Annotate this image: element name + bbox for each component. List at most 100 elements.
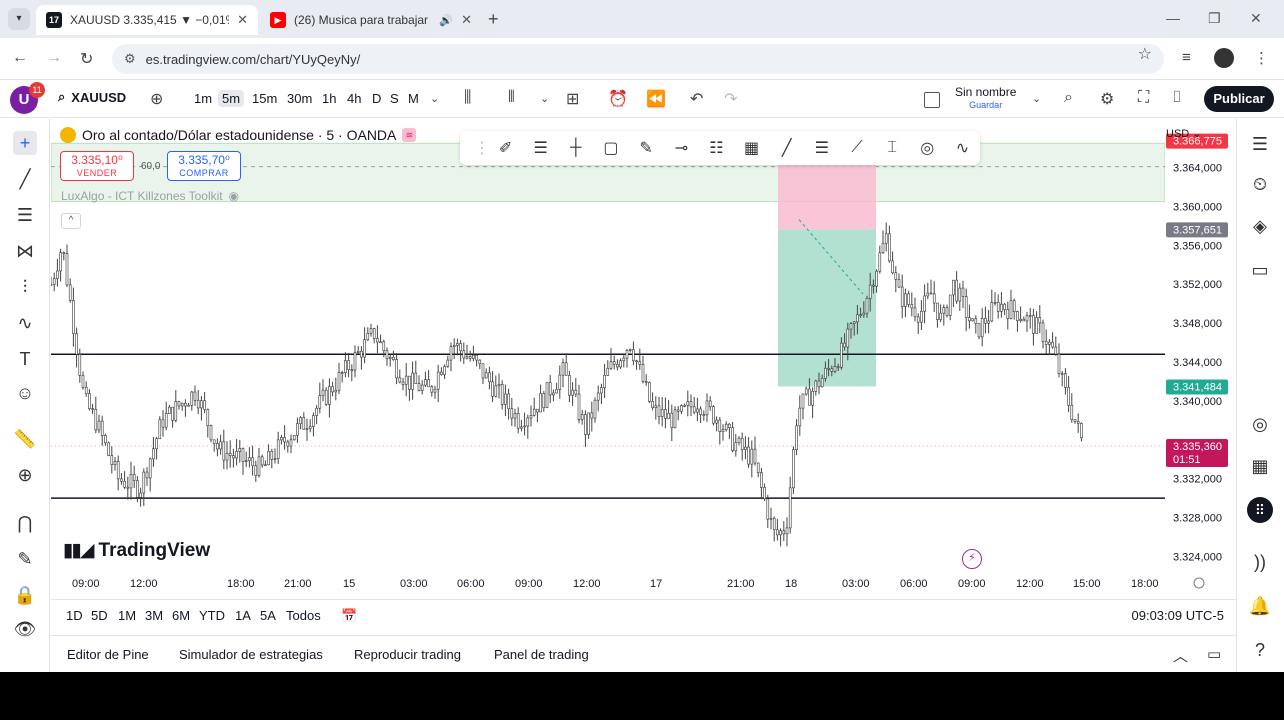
range-6M[interactable]: 6M [172,608,190,623]
interval-1m[interactable]: 1m [190,90,216,107]
currency-selector[interactable]: USD ⌄ [1166,127,1226,140]
browser-tab-tradingview[interactable]: 17 XAUUSD 3.335,415 ▼ −0,01% S ✕ [36,5,258,35]
fullscreen-icon[interactable]: ⛶ [1138,89,1149,107]
tab-search-icon[interactable]: ▾ [8,8,30,30]
magnet-icon[interactable]: ⋂ [13,511,37,535]
channel-icon[interactable]: ☰ [523,138,558,158]
interval-S[interactable]: S [386,90,403,107]
undo-icon[interactable]: ↶ [690,89,703,109]
target-icon[interactable]: ◎ [910,138,945,158]
settings-gear-icon[interactable]: ⚙ [1100,89,1114,109]
sell-button[interactable]: 3.335,10⁰ VENDER [60,151,134,181]
emoji-icon[interactable]: ☺ [13,381,37,405]
calendar-icon[interactable]: ▦ [1247,453,1273,479]
range-YTD[interactable]: YTD [199,608,225,623]
close-tab-icon[interactable]: ✕ [237,12,248,28]
camera-icon[interactable]: ⌷ [1172,89,1182,107]
browser-tab-youtube[interactable]: ▶ (26) Musica para trabajar ac 🔊 ✕ [260,5,482,35]
playlist-icon[interactable]: ≡ [1182,49,1191,66]
chat-icon[interactable]: ▭ [1247,257,1273,283]
indicators-icon[interactable]: ⫴ [508,89,515,107]
pen-icon[interactable]: ✎ [629,138,664,158]
interval-15m[interactable]: 15m [248,90,281,107]
zoom-in-icon[interactable]: ⊕ [13,463,37,487]
apps-grid-icon[interactable]: ⠿ [1247,497,1273,523]
range-1A[interactable]: 1A [235,608,251,623]
price-range-icon[interactable]: ⌶ [875,139,910,157]
notifications-bell-icon[interactable]: 🔔 [1247,593,1273,619]
buy-button[interactable]: 3.335,70⁰ COMPRAR [167,151,241,181]
pencil-lock-icon[interactable]: ✎ [13,547,37,571]
bookmark-star-icon[interactable]: ☆ [1138,44,1152,64]
new-tab-button[interactable]: + [488,9,499,30]
chevron-down-icon[interactable]: ⌄ [540,92,549,105]
range-Todos[interactable]: Todos [286,608,321,623]
symbol-search[interactable]: ⌕ XAUUSD [58,89,126,105]
range-3M[interactable]: 3M [145,608,163,623]
close-tab-icon[interactable]: ✕ [461,12,472,28]
chevron-down-icon[interactable]: ⌄ [1032,92,1041,105]
profile-avatar[interactable] [1214,48,1234,68]
interval-M[interactable]: M [404,90,423,107]
range-5D[interactable]: 5D [91,608,108,623]
broadcast-icon[interactable]: )) [1247,549,1273,575]
fib-retracement-icon[interactable]: ☰ [13,203,37,227]
close-window-icon[interactable]: ✕ [1250,10,1262,27]
replay-icon[interactable]: ⏪ [646,89,666,109]
timezone-clock[interactable]: 09:03:09 UTC-5 [1132,608,1225,623]
browser-menu-icon[interactable]: ⋮ [1254,49,1269,67]
minimize-icon[interactable]: — [1166,10,1180,26]
range-1D[interactable]: 1D [66,608,83,623]
instrument-title[interactable]: Oro al contado/Dólar estadounidense · 5 … [82,127,396,143]
back-icon[interactable]: ← [12,49,28,67]
interval-5m[interactable]: 5m [218,90,245,107]
pattern-icon[interactable]: ⋈ [13,239,37,263]
reload-icon[interactable]: ↻ [80,49,93,69]
horizontal-ray-icon[interactable]: ⊸ [664,138,699,158]
rectangle-icon[interactable]: ▢ [593,138,628,158]
lock-icon[interactable]: 🔒 [13,583,37,607]
target-icon[interactable]: ◎ [1247,411,1273,437]
fib-levels-icon[interactable]: ☷ [699,138,734,158]
ruler-icon[interactable]: 📏 [13,427,37,451]
trend-icon[interactable]: ∿ [945,138,980,158]
maximize-icon[interactable]: ❐ [1208,10,1221,27]
collapse-legend-button[interactable]: ^ [61,213,81,229]
help-icon[interactable]: ? [1247,637,1273,663]
interval-1h[interactable]: 1h [318,90,340,107]
tab-replay-trading[interactable]: Reproducir trading [354,647,461,662]
maximize-panel-icon[interactable]: ▭ [1207,645,1221,663]
text-icon[interactable]: T [13,347,37,371]
alert-icon[interactable]: ⏰ [608,89,628,109]
crosshair-icon[interactable]: + [13,131,37,155]
lightning-icon[interactable]: ⚡ [962,549,982,569]
layout-name[interactable]: Sin nombre Guardar [955,86,1016,112]
alerts-clock-icon[interactable]: ⏲ [1247,171,1273,197]
layers-icon[interactable]: ◈ [1247,213,1273,239]
tab-pine-editor[interactable]: Editor de Pine [67,647,149,662]
templates-icon[interactable]: ⊞ [566,89,579,109]
quick-search-icon[interactable]: ⌕ [1064,89,1073,107]
range-5A[interactable]: 5A [260,608,276,623]
range-icon[interactable]: ☰ [804,138,839,158]
indicator-legend[interactable]: LuxAlgo - ICT Killzones Toolkit ◉ [61,189,239,203]
watchlist-icon[interactable]: ☰ [1247,131,1273,157]
calendar-goto-icon[interactable]: 📅 [341,608,357,624]
drag-handle-icon[interactable]: ⋮ [474,138,490,158]
speaker-icon[interactable]: 🔊 [439,14,453,27]
forecast-icon[interactable]: ⫶ [13,275,37,299]
trend-line-icon[interactable]: ╱ [13,167,37,191]
chevron-down-icon[interactable]: ⌄ [430,92,439,105]
visibility-eye-icon[interactable]: ◉ [229,189,239,203]
tab-strategy-tester[interactable]: Simulador de estrategias [179,647,323,662]
interval-D[interactable]: D [368,90,385,107]
line-icon[interactable]: ╱ [769,138,804,158]
compare-symbol-icon[interactable]: ⊕ [150,89,163,109]
eye-icon[interactable]: 👁 [13,617,37,641]
chart-pane[interactable]: 3.364,000 3.360,000 3.356,000 3.352,000 3.34… [51,119,1236,599]
range-1M[interactable]: 1M [118,608,136,623]
interval-4h[interactable]: 4h [343,90,365,107]
layout-icon[interactable] [924,92,940,108]
chevron-up-icon[interactable]: ︿ [1173,645,1188,666]
brush-icon[interactable]: ∿ [13,311,37,335]
